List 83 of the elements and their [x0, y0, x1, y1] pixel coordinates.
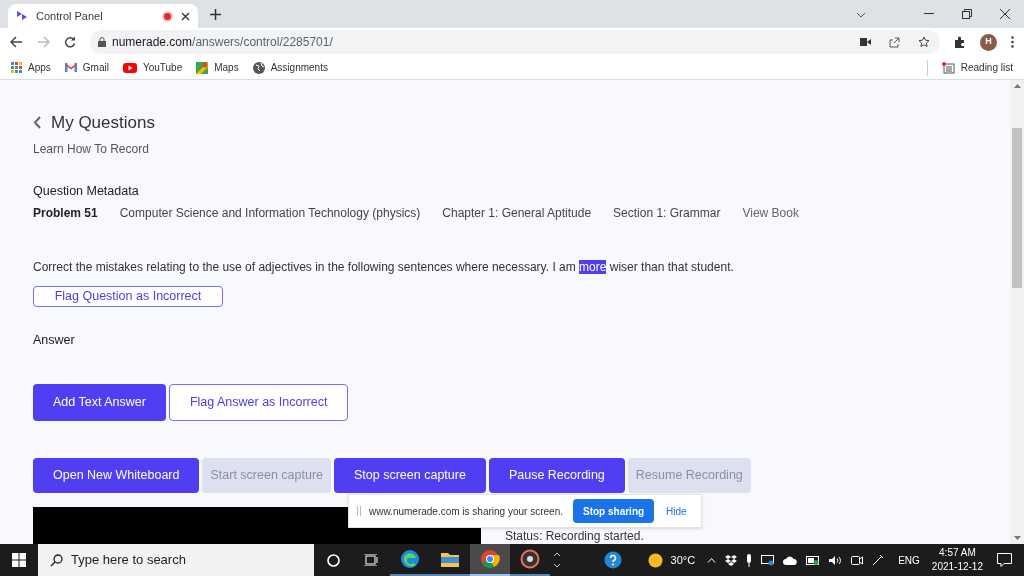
tab-title: Control Panel: [36, 8, 104, 24]
reload-icon[interactable]: [64, 36, 76, 48]
flag-question-button[interactable]: Flag Question as Incorrect: [33, 286, 223, 307]
hide-link[interactable]: Hide: [662, 503, 691, 519]
map-pin-icon: [196, 61, 209, 74]
flag-answer-button[interactable]: Flag Answer as Incorrect: [168, 383, 349, 421]
taskbar-search-field[interactable]: Type here to search: [38, 544, 314, 576]
meet-now-icon[interactable]: [851, 554, 864, 566]
chevron-up-icon[interactable]: [707, 557, 717, 563]
apps-grid-icon: [11, 62, 22, 73]
disc-icon: [520, 549, 540, 569]
status-text: Status: Recording started.: [505, 528, 644, 543]
windows-start-icon[interactable]: [12, 553, 26, 567]
mail-icon: [64, 63, 77, 72]
logo-icon: [16, 10, 28, 22]
metadata-item: Computer Science and Information Technology (physics): [119, 205, 421, 223]
taskbar-app[interactable]: [470, 544, 510, 576]
notifications-icon[interactable]: [997, 553, 1012, 567]
display-icon[interactable]: [761, 554, 775, 566]
lock-icon: [98, 37, 106, 47]
question-text: Correct the mistakes relating to the use of adjectives in the following sentences where necessary. I am more wiser than that student.: [33, 259, 735, 277]
search-input[interactable]: Type here to search: [71, 550, 302, 570]
section-heading: Answer: [33, 332, 75, 349]
dropbox-icon[interactable]: [725, 554, 738, 566]
edge-browser-icon: [400, 549, 420, 569]
weather-temperature[interactable]: 30°C: [670, 551, 696, 569]
browser-tab[interactable]: Control Panel: [8, 4, 198, 28]
section-heading: Question Metadata: [33, 182, 139, 200]
address-bar[interactable]: numerade.com/answers/control/2285701/: [90, 30, 940, 54]
add-answer-button[interactable]: Add Text Answer: [33, 383, 166, 421]
metadata-item: Section 1: Grammar: [613, 205, 721, 223]
new-tab-icon[interactable]: [210, 9, 221, 20]
sharing-message: www.numerade.com is sharing your screen.: [369, 504, 563, 519]
scrollbar-thumb[interactable]: [1012, 128, 1022, 288]
page-title: My Questions: [51, 112, 155, 134]
page-subtitle: Learn How To Record: [33, 140, 149, 158]
folder-icon: [441, 551, 459, 567]
drag-handle-icon[interactable]: [357, 506, 361, 516]
reading-list-button[interactable]: Reading list: [941, 60, 1013, 75]
tab-search-icon[interactable]: [856, 12, 866, 18]
view-book-link[interactable]: View Book: [742, 204, 799, 223]
sun-icon[interactable]: [647, 552, 663, 568]
globe-icon: [252, 61, 265, 74]
play-icon: [122, 62, 137, 73]
chrome-icon: [480, 549, 500, 569]
back-icon[interactable]: [10, 36, 23, 48]
clock[interactable]: 4:57 AM 2021-12-12: [931, 546, 983, 574]
restore-icon[interactable]: [962, 9, 972, 19]
camera-icon[interactable]: [860, 38, 871, 46]
battery-icon[interactable]: [806, 555, 821, 565]
task-view-icon[interactable]: [364, 554, 378, 566]
scroll-down-icon[interactable]: [553, 563, 561, 568]
microphone-icon[interactable]: [746, 553, 753, 567]
search-icon: [50, 553, 63, 567]
cloud-icon[interactable]: [783, 555, 798, 565]
problem-number: Problem 51: [33, 205, 98, 223]
record-control-button[interactable]: Open New Whiteboard: [33, 457, 200, 493]
profile-avatar[interactable]: H: [980, 33, 997, 51]
reading-list-icon: [941, 61, 955, 74]
url-text: numerade.com/answers/control/2285701/: [112, 34, 334, 51]
pen-icon[interactable]: [872, 554, 885, 566]
speaker-icon[interactable]: [829, 554, 843, 566]
extensions-icon[interactable]: [954, 36, 966, 48]
scroll-up-icon[interactable]: [553, 552, 561, 557]
help-icon[interactable]: [603, 551, 622, 569]
bookmark[interactable]: YouTube: [122, 60, 183, 75]
share-icon[interactable]: [889, 36, 900, 48]
back-chevron-icon[interactable]: [33, 116, 41, 130]
bookmark[interactable]: Assignments: [252, 60, 328, 75]
close-icon[interactable]: [1000, 9, 1010, 19]
star-icon[interactable]: [918, 36, 930, 48]
record-control-button[interactable]: Stop screen capture: [334, 457, 486, 493]
record-control-button[interactable]: Pause Recording: [488, 457, 625, 493]
metadata-item: Chapter 1: General Aptitude: [442, 205, 592, 223]
stop-sharing-button[interactable]: Stop sharing: [573, 499, 655, 523]
language-indicator[interactable]: ENG: [898, 552, 920, 568]
scrollbar[interactable]: [1010, 80, 1024, 544]
close-icon[interactable]: [181, 11, 190, 21]
menu-icon[interactable]: [1011, 36, 1014, 48]
cortana-icon[interactable]: [326, 553, 340, 567]
bookmark[interactable]: Maps: [196, 60, 239, 75]
bookmark[interactable]: Gmail: [64, 60, 109, 75]
bookmark[interactable]: Apps: [11, 60, 51, 75]
